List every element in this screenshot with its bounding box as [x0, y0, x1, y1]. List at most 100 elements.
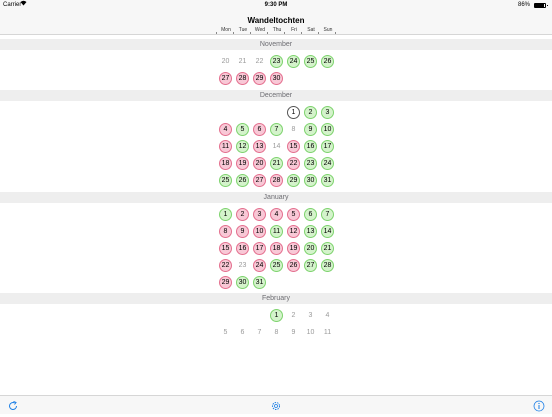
day-cell[interactable]: 21 — [270, 157, 283, 170]
bottom-toolbar — [0, 395, 552, 414]
day-cell[interactable]: 16 — [304, 140, 317, 153]
day-cell[interactable]: 29 — [219, 276, 232, 289]
day-cell[interactable]: 18 — [219, 157, 232, 170]
day-cell[interactable]: 20 — [253, 157, 266, 170]
day-cell[interactable]: 5 — [236, 123, 249, 136]
refresh-icon[interactable] — [7, 399, 19, 411]
day-cell[interactable]: 18 — [270, 242, 283, 255]
day-cell[interactable]: 29 — [287, 174, 300, 187]
day-cell[interactable]: 27 — [253, 174, 266, 187]
day-cell[interactable]: 10 — [304, 326, 317, 339]
day-cell[interactable]: 24 — [321, 157, 334, 170]
day-cell[interactable]: 4 — [270, 208, 283, 221]
day-cell[interactable]: 30 — [304, 174, 317, 187]
day-cell[interactable]: 17 — [253, 242, 266, 255]
day-cell[interactable]: 16 — [236, 242, 249, 255]
day-cell[interactable]: 12 — [236, 140, 249, 153]
day-cell[interactable]: 28 — [321, 259, 334, 272]
weekday-header: Mon Tue Wed Thu Fri Sat Sun — [0, 26, 552, 35]
day-cell[interactable]: 4 — [321, 309, 334, 322]
day-cell[interactable]: 9 — [236, 225, 249, 238]
day-cell[interactable]: 10 — [321, 123, 334, 136]
day-cell[interactable]: 6 — [236, 326, 249, 339]
day-cell[interactable]: 19 — [287, 242, 300, 255]
weekday-mon: Mon — [221, 27, 231, 33]
weekday-sun: Sun — [323, 27, 333, 33]
day-cell[interactable]: 13 — [253, 140, 266, 153]
day-cell[interactable]: 5 — [287, 208, 300, 221]
day-cell[interactable]: 13 — [304, 225, 317, 238]
day-cell[interactable]: 12 — [287, 225, 300, 238]
day-cell[interactable]: 17 — [321, 140, 334, 153]
day-cell[interactable]: 1 — [219, 208, 232, 221]
day-cell[interactable]: 22 — [287, 157, 300, 170]
day-cell[interactable]: 30 — [270, 72, 283, 85]
day-cell[interactable]: 3 — [253, 208, 266, 221]
day-cell[interactable]: 2 — [236, 208, 249, 221]
day-cell[interactable]: 23 — [236, 259, 249, 272]
day-cell[interactable]: 23 — [270, 55, 283, 68]
day-cell[interactable]: 6 — [253, 123, 266, 136]
day-cell[interactable]: 9 — [287, 326, 300, 339]
day-cell[interactable]: 6 — [304, 208, 317, 221]
day-cell[interactable]: 14 — [321, 225, 334, 238]
day-cell[interactable]: 20 — [219, 55, 232, 68]
day-cell[interactable]: 5 — [219, 326, 232, 339]
weekday-separator — [250, 32, 251, 34]
day-cell[interactable]: 22 — [219, 259, 232, 272]
day-cell[interactable]: 25 — [219, 174, 232, 187]
day-cell[interactable]: 15 — [219, 242, 232, 255]
day-cell[interactable]: 8 — [287, 123, 300, 136]
day-cell[interactable]: 3 — [304, 309, 317, 322]
day-cell[interactable]: 26 — [236, 174, 249, 187]
weekday-fri: Fri — [291, 27, 297, 33]
day-cell[interactable]: 26 — [287, 259, 300, 272]
weekday-separator — [301, 32, 302, 34]
day-cell[interactable]: 23 — [304, 157, 317, 170]
day-cell[interactable]: 29 — [253, 72, 266, 85]
day-cell[interactable]: 26 — [321, 55, 334, 68]
day-cell[interactable]: 9 — [304, 123, 317, 136]
day-cell[interactable]: 28 — [236, 72, 249, 85]
gear-icon[interactable] — [270, 399, 282, 411]
day-cell[interactable]: 11 — [270, 225, 283, 238]
day-cell[interactable]: 4 — [219, 123, 232, 136]
day-cell[interactable]: 7 — [253, 326, 266, 339]
day-cell[interactable]: 20 — [304, 242, 317, 255]
weekday-separator — [284, 32, 285, 34]
weekday-separator — [318, 32, 319, 34]
day-cell[interactable]: 3 — [321, 106, 334, 119]
day-cell[interactable]: 24 — [253, 259, 266, 272]
battery-percentage: 86% — [517, 2, 530, 8]
day-cell[interactable]: 15 — [287, 140, 300, 153]
day-cell[interactable]: 1 — [287, 106, 300, 119]
day-cell[interactable]: 24 — [287, 55, 300, 68]
page-title: Wandeltochten — [247, 16, 305, 25]
day-cell[interactable]: 27 — [304, 259, 317, 272]
day-cell[interactable]: 25 — [304, 55, 317, 68]
day-cell[interactable]: 11 — [219, 140, 232, 153]
nav-bar: Wandeltochten — [0, 10, 552, 26]
day-cell[interactable]: 11 — [321, 326, 334, 339]
weekday-tue: Tue — [238, 27, 248, 33]
day-cell[interactable]: 21 — [236, 55, 249, 68]
day-cell[interactable]: 28 — [270, 174, 283, 187]
day-cell[interactable]: 30 — [236, 276, 249, 289]
day-cell[interactable]: 2 — [304, 106, 317, 119]
day-cell[interactable]: 7 — [270, 123, 283, 136]
day-cell[interactable]: 19 — [236, 157, 249, 170]
day-cell[interactable]: 22 — [253, 55, 266, 68]
day-cell[interactable]: 14 — [270, 140, 283, 153]
day-cell[interactable]: 31 — [253, 276, 266, 289]
day-cell[interactable]: 27 — [219, 72, 232, 85]
info-icon[interactable] — [533, 399, 545, 412]
day-cell[interactable]: 1 — [270, 309, 283, 322]
day-cell[interactable]: 7 — [321, 208, 334, 221]
day-cell[interactable]: 2 — [287, 309, 300, 322]
day-cell[interactable]: 31 — [321, 174, 334, 187]
day-cell[interactable]: 10 — [253, 225, 266, 238]
day-cell[interactable]: 25 — [270, 259, 283, 272]
day-cell[interactable]: 21 — [321, 242, 334, 255]
day-cell[interactable]: 8 — [219, 225, 232, 238]
day-cell[interactable]: 8 — [270, 326, 283, 339]
